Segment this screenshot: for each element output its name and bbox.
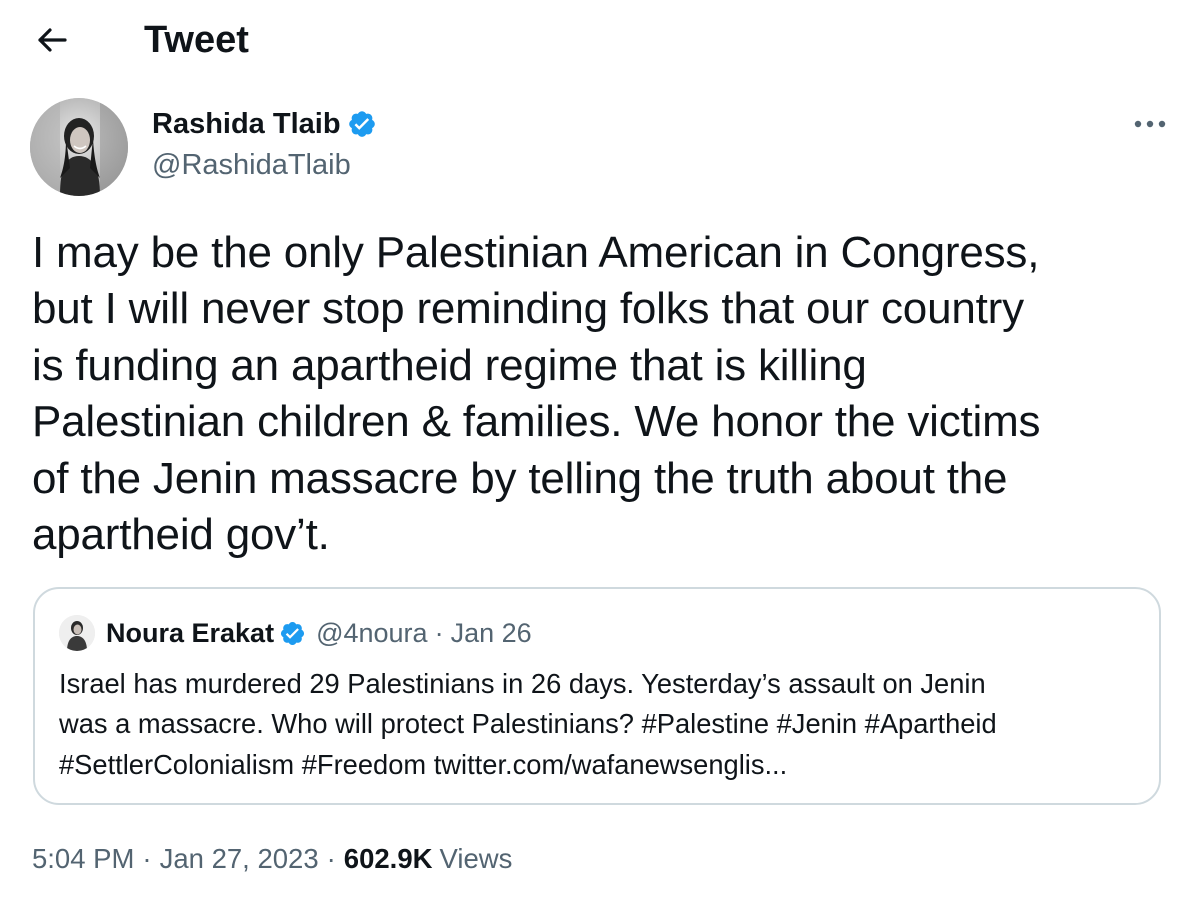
quoted-author-name[interactable]: Noura Erakat [106, 618, 274, 649]
tweet-text-line: apartheid gov’t. [32, 510, 330, 560]
author-avatar-image [30, 98, 128, 196]
tweet-author: Rashida Tlaib @RashidaTlaib [30, 98, 1170, 198]
author-name[interactable]: Rashida Tlaib [152, 106, 341, 142]
tweet-text: I may be the only Palestinian American i… [32, 225, 1152, 563]
quoted-text-line: #SettlerColonialism #Freedom twitter.com… [59, 748, 788, 780]
tweet-text-line: is funding an apartheid regime that is k… [32, 340, 867, 390]
tweet-text-line: Palestinian children & families. We hono… [32, 397, 1041, 447]
tweet-meta: 5:04 PM · Jan 27, 2023 · 602.9K Views [32, 841, 512, 877]
page-title: Tweet [144, 19, 249, 61]
arrow-left-icon [38, 28, 67, 52]
views-count: 602.9K [343, 843, 433, 874]
tweet-date[interactable]: Jan 27, 2023 [160, 843, 319, 875]
header-bar: Tweet [0, 0, 1190, 84]
more-options-button[interactable] [1130, 106, 1170, 142]
separator-dot: · [326, 843, 336, 874]
separator-dot: · [434, 617, 444, 648]
tweet-time[interactable]: 5:04 PM [32, 843, 134, 875]
more-horizontal-icon [1134, 120, 1166, 128]
quoted-tweet-date[interactable]: Jan 26 [451, 618, 532, 649]
quoted-text-line: was a massacre. Who will protect Palesti… [59, 708, 997, 740]
quoted-tweet-text: Israel has murdered 29 Palestinians in 2… [59, 664, 1149, 785]
quoted-author-avatar[interactable] [59, 615, 95, 651]
verified-badge-icon[interactable] [347, 109, 377, 139]
tweet-text-line: of the Jenin massacre by telling the tru… [32, 453, 1008, 503]
quoted-tweet-card[interactable]: Noura Erakat @4noura · Jan 26 Israel has… [33, 587, 1161, 805]
quoted-tweet-header: Noura Erakat @4noura · Jan 26 [59, 615, 532, 651]
author-name-row: Rashida Tlaib [152, 106, 377, 142]
views-label: Views [439, 843, 513, 874]
verified-badge-icon[interactable] [279, 620, 306, 647]
quoted-author-avatar-image [59, 615, 95, 651]
quoted-text-line: Israel has murdered 29 Palestinians in 2… [59, 668, 986, 699]
separator-dot: · [142, 843, 152, 874]
back-button[interactable] [28, 18, 76, 62]
tweet-text-line: but I will never stop reminding folks th… [32, 284, 1024, 334]
quoted-author-handle[interactable]: @4noura [316, 618, 427, 649]
author-avatar[interactable] [30, 98, 128, 196]
tweet-text-line: I may be the only Palestinian American i… [32, 228, 1040, 277]
author-handle[interactable]: @RashidaTlaib [152, 147, 351, 183]
